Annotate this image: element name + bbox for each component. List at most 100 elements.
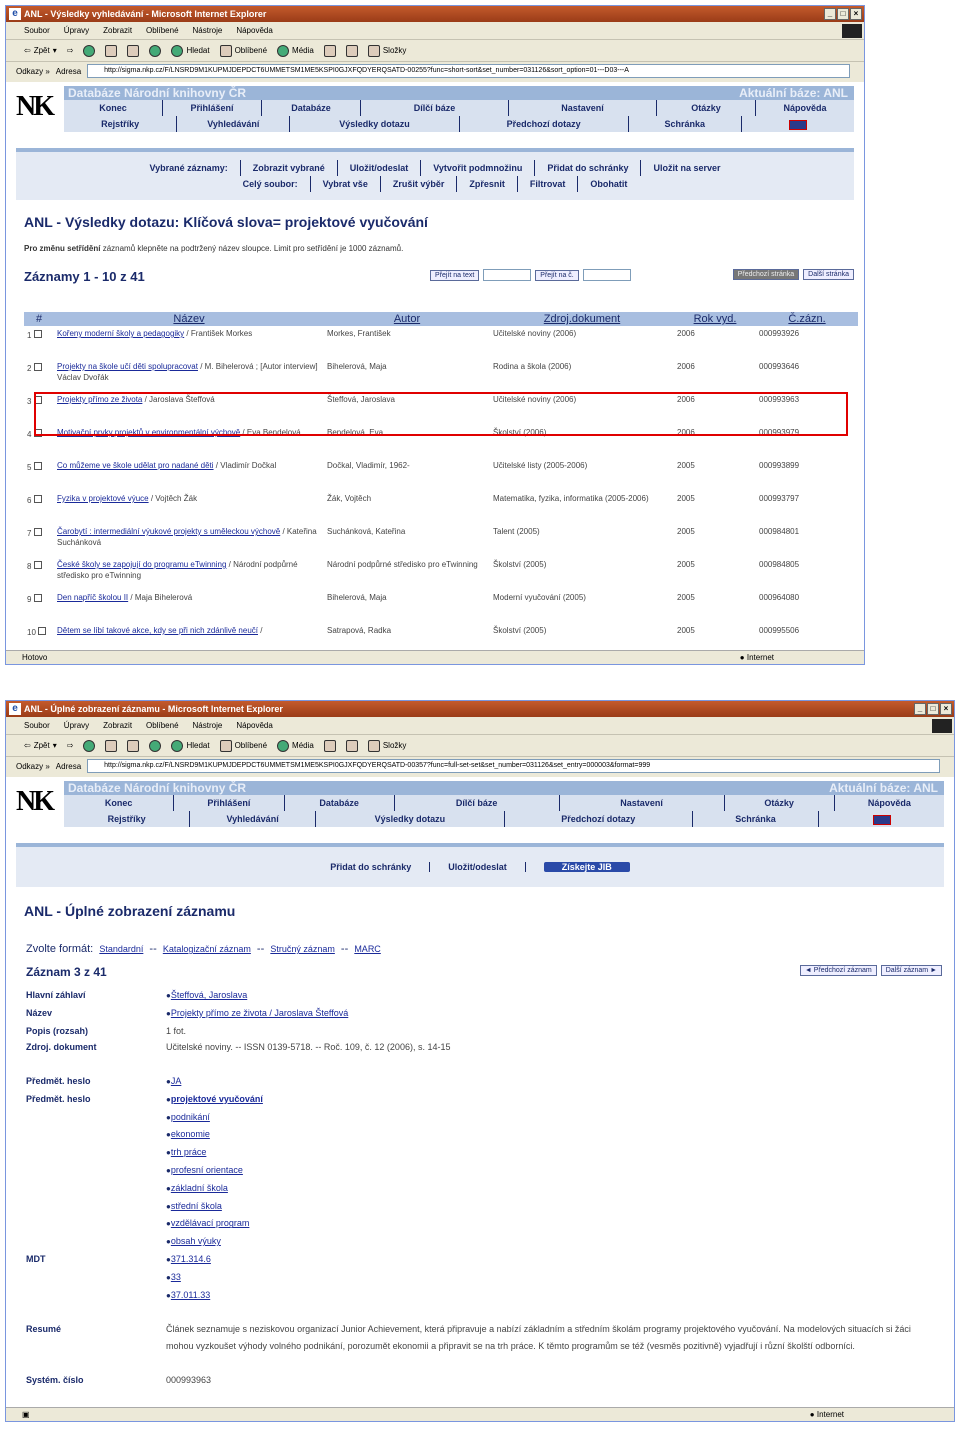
menu-help[interactable]: Nápověda	[236, 721, 272, 730]
next-record-button[interactable]: Další záznam ►	[880, 965, 942, 976]
nav-predchozi[interactable]: Předchozí dotazy	[460, 116, 629, 132]
main-heading-link[interactable]: Šteffová, Jaroslava	[171, 990, 247, 1000]
subject-link[interactable]: vzdělávací program	[171, 1218, 250, 1228]
nav-rejstriky[interactable]: Rejstříky	[64, 811, 191, 827]
menu-favorites[interactable]: Oblíbené	[146, 721, 178, 730]
show-selected-link[interactable]: Zobrazit vybrané	[241, 160, 338, 176]
mdt-link[interactable]: 37.011.33	[171, 1290, 210, 1300]
add-to-basket-link[interactable]: Přidat do schránky	[312, 862, 431, 872]
favorites-button[interactable]: Oblíbené	[219, 44, 267, 57]
english-flag-link[interactable]	[742, 116, 854, 132]
folders-button[interactable]: Složky	[367, 44, 406, 57]
format-standard-link[interactable]: Standardní	[99, 944, 143, 954]
maximize-button[interactable]: □	[837, 8, 849, 20]
goto-number-button[interactable]: Přejít na č.	[535, 269, 579, 281]
menu-help[interactable]: Nápověda	[236, 26, 272, 35]
record-title-link[interactable]: Co můžeme ve škole udělat pro nadané dět…	[57, 461, 214, 470]
format-marc-link[interactable]: MARC	[354, 944, 381, 954]
nav-napoveda[interactable]: Nápověda	[756, 100, 854, 116]
jib-link[interactable]: Získejte JIB	[526, 862, 648, 872]
menu-file[interactable]: Soubor	[24, 721, 50, 730]
search-button[interactable]: Hledat	[171, 44, 210, 57]
row-checkbox[interactable]	[33, 594, 42, 602]
stop-icon[interactable]	[83, 44, 96, 57]
history-icon[interactable]	[149, 739, 162, 752]
stop-icon[interactable]	[83, 739, 96, 752]
goto-text-button[interactable]: Přejít na text	[430, 269, 480, 281]
record-title-link[interactable]: Dětem se líbí takové akce, kdy se při ni…	[57, 626, 258, 635]
nav-dilci-baze[interactable]: Dílčí báze	[395, 795, 560, 811]
nav-napoveda[interactable]: Nápověda	[835, 795, 944, 811]
create-subset-link[interactable]: Vytvořit podmnožinu	[421, 160, 536, 176]
nk-logo[interactable]: NK	[16, 86, 62, 128]
row-checkbox[interactable]	[33, 528, 42, 536]
mdt-link[interactable]: 33	[171, 1272, 181, 1282]
history-icon[interactable]	[149, 44, 162, 57]
print-icon[interactable]	[345, 44, 358, 57]
media-button[interactable]: Média	[277, 44, 314, 57]
nav-otazky[interactable]: Otázky	[657, 100, 756, 116]
col-year[interactable]: Rok vyd.	[674, 312, 756, 326]
menu-edit[interactable]: Úpravy	[64, 721, 89, 730]
refresh-icon[interactable]	[105, 44, 118, 57]
nav-rejstriky[interactable]: Rejstříky	[64, 116, 178, 132]
nav-konec[interactable]: Konec	[64, 100, 163, 116]
nav-dilci-baze[interactable]: Dílčí báze	[361, 100, 509, 116]
format-catalog-link[interactable]: Katalogizační záznam	[163, 944, 251, 954]
media-button[interactable]: Média	[277, 739, 314, 752]
nav-nastaveni[interactable]: Nastavení	[509, 100, 657, 116]
forward-button[interactable]: ⇨	[67, 46, 74, 55]
nav-predchozi[interactable]: Předchozí dotazy	[505, 811, 694, 827]
menu-favorites[interactable]: Oblíbené	[146, 26, 178, 35]
save-to-server-link[interactable]: Uložit na server	[641, 160, 732, 176]
nav-prihlaseni[interactable]: Přihlášení	[163, 100, 262, 116]
record-title-link[interactable]: Čarobytí : intermediální výukové projekt…	[57, 527, 280, 536]
menu-tools[interactable]: Nástroje	[193, 721, 223, 730]
menu-tools[interactable]: Nástroje	[193, 26, 223, 35]
filter-link[interactable]: Filtrovat	[518, 176, 579, 192]
col-record-id[interactable]: Č.zázn.	[756, 312, 858, 326]
subject-link[interactable]: ekonomie	[171, 1129, 210, 1139]
subject-link[interactable]: obsah výuky	[171, 1236, 221, 1246]
nk-logo[interactable]: NK	[16, 781, 62, 823]
english-flag-link[interactable]	[819, 811, 944, 827]
mail-icon[interactable]	[323, 739, 336, 752]
enrich-link[interactable]: Obohatit	[578, 176, 639, 192]
record-title-link[interactable]: Den napříč školou II	[57, 593, 128, 602]
subject-link[interactable]: střední škola	[171, 1201, 222, 1211]
col-source[interactable]: Zdroj.dokument	[490, 312, 674, 326]
nav-vysledky[interactable]: Výsledky dotazu	[290, 116, 460, 132]
menu-edit[interactable]: Úpravy	[64, 26, 89, 35]
refresh-icon[interactable]	[105, 739, 118, 752]
folders-button[interactable]: Složky	[367, 739, 406, 752]
refine-link[interactable]: Zpřesnit	[457, 176, 518, 192]
nav-schranka[interactable]: Schránka	[629, 116, 742, 132]
favorites-button[interactable]: Oblíbené	[219, 739, 267, 752]
search-button[interactable]: Hledat	[171, 739, 210, 752]
select-all-link[interactable]: Vybrat vše	[311, 176, 381, 192]
mdt-link[interactable]: 371.314.6	[171, 1254, 211, 1264]
format-brief-link[interactable]: Stručný záznam	[270, 944, 335, 954]
minimize-button[interactable]: _	[824, 8, 836, 20]
record-title-link[interactable]: Kořeny moderní školy a pedagogiky	[57, 329, 184, 338]
nav-vyhledavani[interactable]: Vyhledávání	[190, 811, 317, 827]
col-author[interactable]: Autor	[324, 312, 490, 326]
back-button[interactable]: ⇦ Zpět ▾	[24, 741, 57, 750]
goto-text-input[interactable]	[483, 269, 532, 281]
mail-icon[interactable]	[323, 44, 336, 57]
minimize-button[interactable]: _	[914, 703, 926, 715]
prev-page-button[interactable]: Předchozí stránka	[732, 269, 800, 280]
subject-link[interactable]: JA	[171, 1076, 182, 1086]
col-title[interactable]: Název	[54, 312, 324, 326]
save-send-link[interactable]: Uložit/odeslat	[430, 862, 526, 872]
menu-view[interactable]: Zobrazit	[103, 26, 132, 35]
record-title-link[interactable]: České školy se zapojují do programu eTwi…	[57, 560, 226, 569]
nav-databaze[interactable]: Databáze	[262, 100, 361, 116]
row-checkbox[interactable]	[33, 561, 42, 569]
nav-otazky[interactable]: Otázky	[725, 795, 835, 811]
subject-link[interactable]: projektové vyučování	[171, 1094, 263, 1104]
nav-vyhledavani[interactable]: Vyhledávání	[177, 116, 291, 132]
subject-link[interactable]: podnikání	[171, 1112, 210, 1122]
home-icon[interactable]	[127, 44, 140, 57]
nav-prihlaseni[interactable]: Přihlášení	[174, 795, 285, 811]
